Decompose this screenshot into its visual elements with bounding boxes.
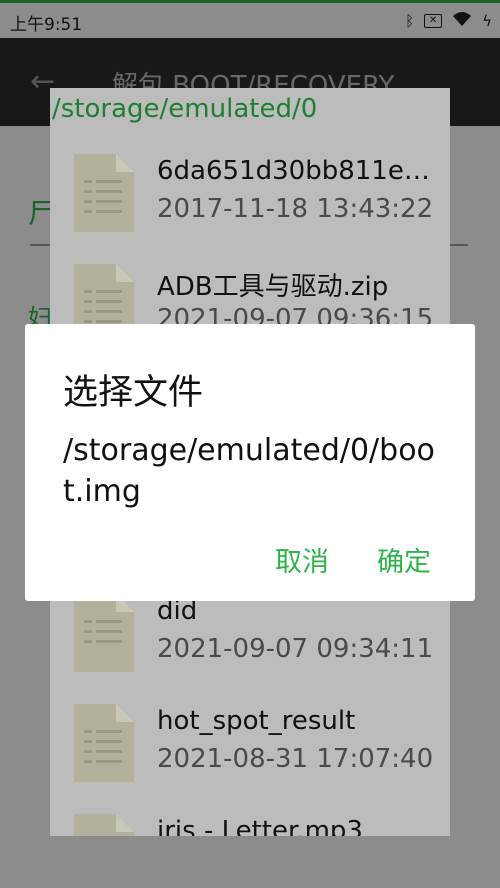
confirm-button[interactable]: 确定: [377, 540, 431, 579]
select-file-dialog: 选择文件 /storage/emulated/0/boot.img 取消 确定: [25, 324, 475, 601]
file-name: hot_spot_result: [157, 706, 356, 736]
file-name: iris - Letter.mp3: [157, 816, 363, 836]
file-name: ADB工具与驱动.zip: [157, 272, 389, 302]
file-icon: [74, 154, 134, 232]
cancel-button[interactable]: 取消: [275, 540, 329, 579]
file-date: 2021-09-07 09:34:11: [157, 634, 434, 664]
dialog-message: /storage/emulated/0/boot.img: [63, 433, 435, 509]
file-icon: [74, 814, 134, 836]
file-list-item[interactable]: hot_spot_result 2021-08-31 17:07:40: [50, 686, 450, 796]
file-list-item[interactable]: iris - Letter.mp3: [50, 796, 450, 836]
file-date: 2017-11-18 13:43:22: [157, 194, 434, 224]
file-date: 2021-08-31 17:07:40: [157, 744, 434, 774]
file-icon: [74, 704, 134, 782]
current-path: /storage/emulated/0: [52, 94, 318, 124]
file-list-item[interactable]: 6da651d30bb811e7a4b57b3b4a70ebc4 2017-11…: [50, 136, 450, 246]
file-name: 6da651d30bb811e7a4b57b3b4a70ebc4: [157, 156, 445, 186]
dialog-title: 选择文件: [63, 373, 204, 413]
file-icon: [74, 594, 134, 672]
